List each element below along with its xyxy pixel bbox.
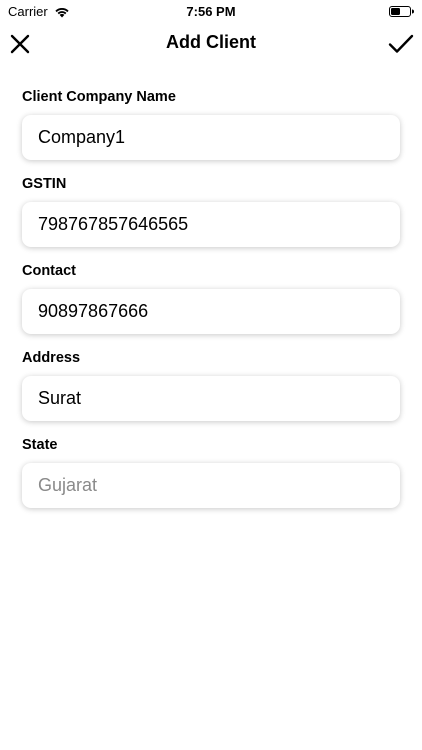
client-form: Client Company Name GSTIN Contact Addres… — [22, 88, 400, 523]
status-time: 7:56 PM — [186, 4, 236, 19]
gstin-label: GSTIN — [22, 176, 67, 192]
gstin-input[interactable] — [22, 202, 400, 247]
company-name-input[interactable] — [22, 115, 400, 160]
page-title: Add Client — [166, 32, 256, 52]
company-name-label: Client Company Name — [22, 89, 176, 105]
contact-input[interactable] — [22, 289, 400, 334]
state-input[interactable] — [22, 463, 400, 508]
battery-icon — [389, 6, 414, 17]
save-button[interactable] — [386, 30, 416, 58]
address-input[interactable] — [22, 376, 400, 421]
status-bar: Carrier 7:56 PM — [0, 0, 422, 22]
address-label: Address — [22, 350, 81, 366]
state-label: State — [22, 437, 58, 453]
navigation-bar: Add Client — [0, 22, 422, 66]
checkmark-icon — [388, 34, 414, 53]
add-client-screen: Carrier 7:56 PM Add Client Client Compan… — [0, 0, 422, 750]
contact-label: Contact — [22, 263, 76, 279]
